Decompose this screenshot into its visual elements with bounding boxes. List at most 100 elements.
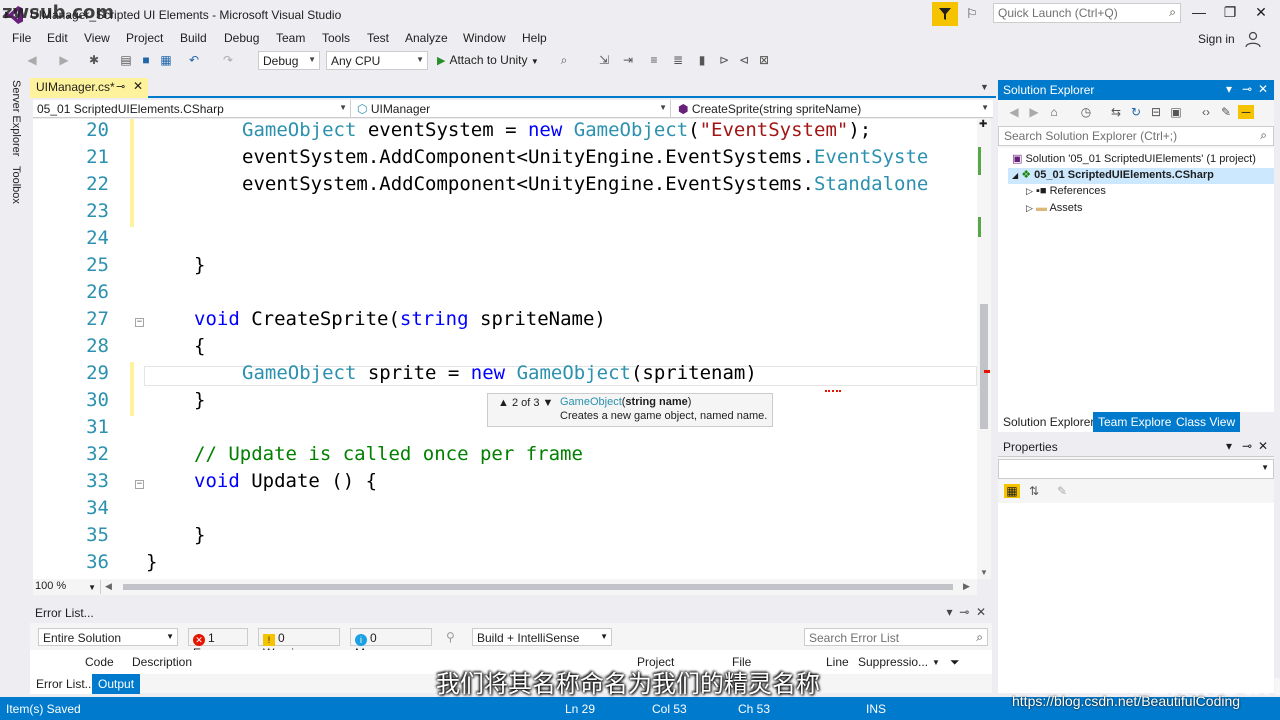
bookmark-prev-icon[interactable]: ⊲ — [736, 53, 752, 67]
properties-wrench-icon[interactable]: ✎ — [1218, 105, 1234, 119]
find-icon[interactable]: ⌕ — [556, 53, 572, 68]
back-icon[interactable]: ◀ — [1006, 105, 1022, 119]
navigate-forward-icon[interactable]: ▶ — [56, 53, 72, 67]
close-window-button[interactable]: ✕ — [1246, 4, 1276, 21]
scroll-left-icon[interactable]: ◀ — [105, 581, 112, 592]
menu-window[interactable]: Window — [463, 31, 506, 45]
redo-icon[interactable]: ↷ — [220, 53, 236, 67]
tree-item-project[interactable]: ◢ ❖ 05_01 ScriptedUIElements.CSharp — [1008, 168, 1274, 184]
menu-tools[interactable]: Tools — [322, 31, 350, 45]
preview-selected-icon[interactable]: ─ — [1238, 105, 1254, 119]
code-line[interactable]: 36} — [33, 551, 977, 578]
tree-item-solution[interactable]: ▣ Solution '05_01 ScriptedUIElements' (1… — [1012, 152, 1272, 168]
properties-object-select[interactable]: ▼ — [998, 459, 1274, 479]
menu-edit[interactable]: Edit — [47, 31, 68, 45]
code-line[interactable]: 29 GameObject sprite = new GameObject(spr… — [33, 362, 977, 389]
column-description[interactable]: Description — [132, 655, 192, 669]
chevron-down-icon[interactable]: ▾ — [947, 605, 953, 619]
property-pages-icon[interactable]: ✎ — [1054, 484, 1070, 498]
split-editor-icon[interactable]: ✚ — [979, 119, 987, 130]
sync-icon[interactable]: ⇆ — [1108, 105, 1124, 119]
minimize-button[interactable]: — — [1184, 4, 1214, 20]
column-line[interactable]: Line — [826, 655, 849, 669]
home-icon[interactable]: ⌂ — [1046, 105, 1062, 119]
step-over-icon[interactable]: ⇥ — [620, 53, 636, 67]
view-code-icon[interactable]: ‹› — [1198, 105, 1214, 119]
refresh-icon[interactable]: ↻ — [1128, 105, 1144, 119]
scope-select[interactable]: Entire Solution ▼ — [38, 628, 178, 646]
close-icon[interactable]: ✕ — [1258, 82, 1268, 96]
step-into-icon[interactable]: ⇲ — [596, 53, 612, 67]
bookmark-icon[interactable]: ▮ — [694, 53, 710, 67]
platform-select[interactable]: Any CPU ▼ — [326, 51, 428, 70]
code-line[interactable]: 27 void CreateSprite(string spriteName) — [33, 308, 977, 335]
pin-icon[interactable]: ⊸ — [116, 80, 125, 93]
configuration-select[interactable]: Debug ▼ — [258, 51, 320, 70]
feedback-icon[interactable]: ⚐ — [966, 6, 978, 22]
code-line[interactable]: 21 eventSystem.AddComponent<UnityEngine.E… — [33, 146, 977, 173]
code-line[interactable]: 22 eventSystem.AddComponent<UnityEngine.E… — [33, 173, 977, 200]
bookmark-next-icon[interactable]: ⊳ — [716, 53, 732, 67]
sign-in-link[interactable]: Sign in — [1198, 32, 1235, 46]
code-line[interactable]: 25} — [33, 254, 977, 281]
menu-build[interactable]: Build — [180, 31, 207, 45]
undo-icon[interactable]: ↶ — [186, 53, 202, 67]
collapsed-arrow-icon[interactable]: ▷ — [1026, 203, 1033, 213]
errors-toggle-button[interactable]: ✕1 Error — [188, 628, 248, 660]
code-line[interactable]: 24 — [33, 227, 977, 254]
code-line[interactable]: 28 { — [33, 335, 977, 362]
pin-icon[interactable]: ⊸ — [959, 605, 969, 619]
chevron-down-icon[interactable]: ▾ — [1226, 82, 1232, 96]
menu-test[interactable]: Test — [367, 31, 389, 45]
new-project-icon[interactable]: ✱ — [86, 53, 102, 67]
collapse-region-icon[interactable]: − — [135, 318, 144, 327]
navigate-back-icon[interactable]: ◀ — [24, 53, 40, 67]
zoom-level-select[interactable]: 100 % ▼ — [35, 580, 101, 594]
class-dropdown[interactable]: ⬡ UIManager ▼ — [353, 100, 671, 118]
tab-error-list[interactable]: Error List... — [30, 674, 101, 694]
code-line[interactable]: 26 — [33, 281, 977, 308]
column-code[interactable]: Code — [85, 655, 114, 669]
scroll-down-icon[interactable]: ▼ — [980, 568, 988, 577]
categorized-icon[interactable]: ▦ — [1004, 484, 1020, 498]
overload-counter[interactable]: ▲ 2 of 3 ▼ — [498, 397, 553, 409]
filter-icon[interactable]: ⏷ — [950, 655, 960, 670]
filter-icon[interactable]: ⚲ — [446, 630, 455, 644]
tree-item-assets[interactable]: ▷ ▬ Assets — [1026, 202, 1082, 218]
close-icon[interactable]: ✕ — [1258, 439, 1268, 453]
solution-search-input[interactable]: Search Solution Explorer (Ctrl+;) ⌕ — [998, 126, 1274, 146]
code-line[interactable]: 33 void Update () { — [33, 470, 977, 497]
code-line[interactable]: 20 GameObject eventSystem = new GameObjec… — [33, 119, 977, 146]
menu-debug[interactable]: Debug — [224, 31, 259, 45]
collapse-all-icon[interactable]: ⊟ — [1148, 105, 1164, 119]
notifications-filter-button[interactable] — [932, 2, 958, 26]
history-icon[interactable]: ◷ — [1078, 105, 1094, 119]
menu-file[interactable]: File — [12, 31, 31, 45]
show-all-files-icon[interactable]: ▣ — [1168, 105, 1184, 119]
tree-item-references[interactable]: ▷ ▪■ References — [1026, 185, 1106, 201]
expanded-arrow-icon[interactable]: ◢ — [1012, 171, 1018, 180]
pin-icon[interactable]: ⊸ — [1242, 82, 1252, 96]
member-dropdown[interactable]: ⬢ CreateSprite(string spriteName) ▼ — [674, 100, 992, 118]
code-line[interactable]: 32 // Update is called once per frame — [33, 443, 977, 470]
code-editor[interactable]: 20 GameObject eventSystem = new GameObjec… — [33, 119, 977, 579]
editor-horizontal-scrollbar[interactable]: 100 % ▼ ◀ ▶ — [33, 579, 977, 595]
attach-to-unity-button[interactable]: ▶ Attach to Unity ▼ — [437, 53, 539, 67]
server-explorer-tab[interactable]: Server Explorer — [10, 80, 22, 156]
build-filter-select[interactable]: Build + IntelliSense ▼ — [472, 628, 612, 646]
menu-help[interactable]: Help — [522, 31, 547, 45]
user-avatar-icon[interactable] — [1244, 30, 1262, 48]
scroll-right-icon[interactable]: ▶ — [963, 581, 970, 592]
warnings-toggle-button[interactable]: !0 Warnings — [258, 628, 340, 660]
project-dropdown[interactable]: 05_01 ScriptedUIElements.CSharp ▼ — [33, 100, 351, 118]
uncomment-lines-icon[interactable]: ≣ — [670, 53, 686, 67]
document-tab-uimanager[interactable]: UIManager.cs* ⊸ ✕ — [30, 78, 148, 98]
tab-solution-explorer[interactable]: Solution Explorer — [998, 412, 1100, 432]
messages-toggle-button[interactable]: i0 Messages — [350, 628, 432, 660]
save-icon[interactable]: ■ — [138, 53, 154, 67]
chevron-down-icon[interactable]: ▼ — [932, 658, 940, 667]
toolbox-tab[interactable]: Toolbox — [10, 166, 22, 204]
forward-icon[interactable]: ▶ — [1026, 105, 1042, 119]
menu-view[interactable]: View — [84, 31, 110, 45]
quick-launch-input[interactable]: Quick Launch (Ctrl+Q) ⌕ — [993, 3, 1181, 23]
